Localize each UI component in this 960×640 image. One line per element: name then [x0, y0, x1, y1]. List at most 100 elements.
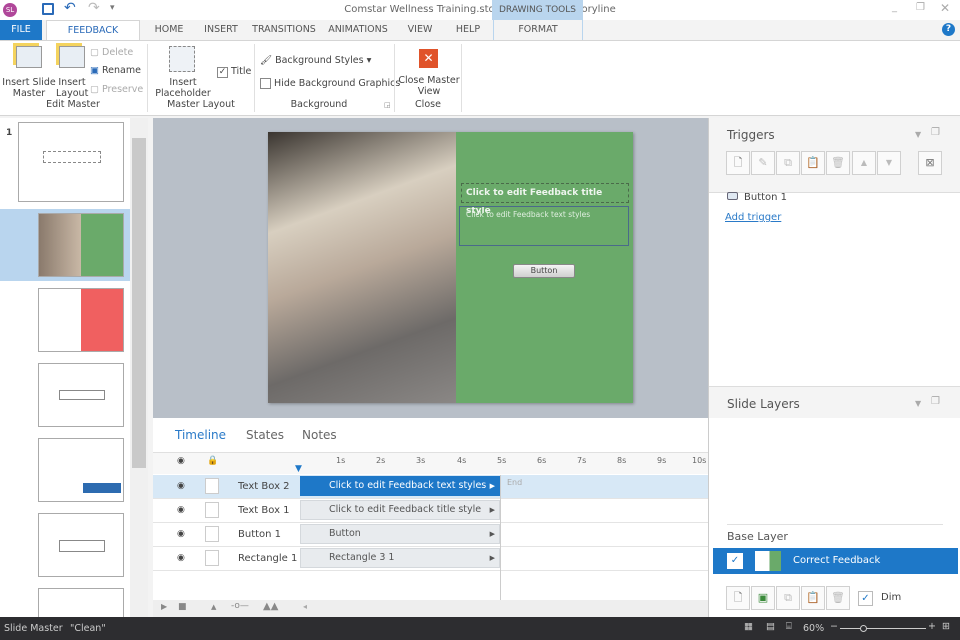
lock-icon[interactable]: 🔒: [207, 456, 218, 466]
duplicate-layer-button[interactable]: ▣: [751, 586, 775, 610]
panel-float-icon[interactable]: ❐: [931, 127, 940, 138]
grid-view-icon[interactable]: ▦: [744, 621, 753, 632]
tab-states[interactable]: States: [246, 428, 284, 442]
lock-toggle[interactable]: [205, 478, 219, 494]
photo-child-running[interactable]: [268, 132, 456, 403]
normal-view-icon[interactable]: ▤: [766, 621, 775, 632]
copy-layer-button[interactable]: ⧉: [776, 586, 800, 610]
tab-timeline[interactable]: Timeline: [175, 428, 226, 442]
expand-arrow-icon[interactable]: ▶: [490, 501, 495, 519]
dim-checkbox[interactable]: ✓: [858, 591, 873, 606]
trigger-item[interactable]: Button 1: [727, 192, 787, 203]
layout-thumbnail[interactable]: [38, 213, 124, 277]
background-styles-button[interactable]: 🖌 Background Styles ▾: [260, 55, 371, 66]
visibility-toggle[interactable]: ◉: [177, 529, 185, 539]
eye-icon[interactable]: ◉: [177, 456, 185, 466]
tab-file[interactable]: FILE: [0, 20, 42, 40]
tab-home[interactable]: HOME: [150, 20, 188, 40]
timeline-bar[interactable]: Click to edit Feedback title style ▶: [300, 500, 500, 520]
object-name: Rectangle 1: [238, 553, 298, 564]
tab-notes[interactable]: Notes: [302, 428, 337, 442]
edit-trigger-button[interactable]: ✎: [751, 151, 775, 175]
text-placeholder-selected[interactable]: Click to edit Feedback text styles: [459, 206, 629, 246]
zoom-out-button[interactable]: −: [830, 621, 838, 632]
title-checkbox[interactable]: ✓ Title: [217, 66, 251, 78]
zoom-in-icon[interactable]: ▲▲: [263, 601, 278, 612]
tab-view[interactable]: VIEW: [402, 20, 438, 40]
add-trigger-link[interactable]: Add trigger: [725, 212, 781, 223]
tab-animations[interactable]: ANIMATIONS: [326, 20, 390, 40]
new-trigger-button[interactable]: 🗋: [726, 151, 750, 175]
tab-transitions[interactable]: TRANSITIONS: [252, 20, 316, 40]
slides-scrollbar[interactable]: [130, 118, 148, 617]
fit-to-window-icon[interactable]: ⊞: [942, 621, 950, 632]
layout-thumbnail[interactable]: [38, 288, 124, 352]
close-master-view-button[interactable]: ✕ Close Master View: [398, 49, 460, 97]
lock-toggle[interactable]: [205, 502, 219, 518]
hide-background-graphics-checkbox[interactable]: Hide Background Graphics: [260, 78, 400, 89]
title-placeholder[interactable]: Click to edit Feedback title style: [461, 183, 629, 216]
timeline-row[interactable]: ◉ Text Box 1 Click to edit Feedback titl…: [153, 499, 708, 523]
visibility-toggle[interactable]: ◉: [177, 505, 185, 515]
expand-arrow-icon[interactable]: ▶: [490, 525, 495, 543]
move-up-button[interactable]: ▲: [852, 151, 876, 175]
timeline-bar[interactable]: Rectangle 3 1 ▶: [300, 548, 500, 568]
layout-thumbnail[interactable]: [38, 513, 124, 577]
variables-button[interactable]: ⊠: [918, 151, 942, 175]
panel-float-icon[interactable]: ❐: [931, 396, 940, 407]
paste-layer-button[interactable]: 📋: [801, 586, 825, 610]
visibility-toggle[interactable]: ◉: [177, 553, 185, 563]
delete-trigger-button[interactable]: 🗑: [826, 151, 850, 175]
new-layer-button[interactable]: 🗋: [726, 586, 750, 610]
timeline-row[interactable]: ◉ Button 1 Button ▶: [153, 523, 708, 547]
group-edit-master: Edit Master: [46, 99, 100, 110]
tab-help[interactable]: HELP: [450, 20, 486, 40]
panel-menu-icon[interactable]: ▼: [915, 130, 921, 139]
close-icon[interactable]: ✕: [940, 1, 950, 15]
zoom-slider[interactable]: [840, 625, 926, 632]
expand-arrow-icon[interactable]: ▶: [490, 549, 495, 567]
timeline-row[interactable]: ◉ Text Box 2 Click to edit Feedback text…: [153, 475, 708, 499]
zoom-out-icon[interactable]: ▲: [211, 603, 216, 611]
layout-thumbnail[interactable]: [38, 363, 124, 427]
panel-menu-icon[interactable]: ▼: [915, 399, 921, 408]
copy-trigger-button[interactable]: ⧉: [776, 151, 800, 175]
play-icon[interactable]: ▶: [161, 602, 167, 611]
stop-icon[interactable]: ■: [178, 602, 187, 612]
delete-layer-button[interactable]: 🗑: [826, 586, 850, 610]
tab-feedback-master[interactable]: FEEDBACK MASTER: [46, 20, 140, 56]
layer-visibility-checkbox[interactable]: ✓: [727, 553, 743, 569]
tab-insert[interactable]: INSERT: [200, 20, 242, 40]
paste-trigger-button[interactable]: 📋: [801, 151, 825, 175]
preserve-button[interactable]: ▢ Preserve: [90, 84, 143, 95]
dialog-launcher-icon[interactable]: ◲: [384, 101, 391, 109]
timeline-bar[interactable]: Click to edit Feedback text styles ▶: [300, 476, 500, 496]
layer-item-selected[interactable]: ✓ Correct Feedback: [713, 548, 958, 574]
tab-format[interactable]: FORMAT: [493, 20, 583, 40]
restore-icon[interactable]: ❐: [916, 2, 925, 13]
insert-slide-master-button[interactable]: Insert Slide Master: [2, 46, 56, 99]
insert-layout-button[interactable]: Insert Layout: [56, 46, 88, 99]
lock-toggle[interactable]: [205, 526, 219, 542]
slide-button[interactable]: Button: [513, 264, 575, 278]
help-icon[interactable]: ?: [942, 23, 955, 36]
master-thumbnail[interactable]: [18, 122, 124, 202]
horizontal-scrollbar[interactable]: ◂: [303, 602, 307, 611]
insert-placeholder-button[interactable]: Insert Placeholder: [152, 46, 214, 99]
delete-button[interactable]: ▢ Delete: [90, 47, 133, 58]
layout-thumbnail[interactable]: [38, 588, 124, 618]
expand-arrow-icon[interactable]: ▶: [490, 477, 495, 495]
rename-button[interactable]: ▣ Rename: [90, 65, 141, 76]
end-marker[interactable]: End: [507, 478, 522, 487]
timeline-bar[interactable]: Button ▶: [300, 524, 500, 544]
timeline-row[interactable]: ◉ Rectangle 1 Rectangle 3 1 ▶: [153, 547, 708, 571]
playhead-icon[interactable]: ▼: [295, 464, 302, 474]
layout-thumbnail[interactable]: [38, 438, 124, 502]
minimize-icon[interactable]: _: [892, 2, 897, 13]
move-down-button[interactable]: ▼: [877, 151, 901, 175]
visibility-toggle[interactable]: ◉: [177, 481, 185, 491]
lock-toggle[interactable]: [205, 550, 219, 566]
zoom-in-button[interactable]: +: [928, 621, 936, 632]
preview-icon[interactable]: ⌸: [786, 621, 792, 632]
zoom-slider[interactable]: -o—: [231, 601, 249, 611]
